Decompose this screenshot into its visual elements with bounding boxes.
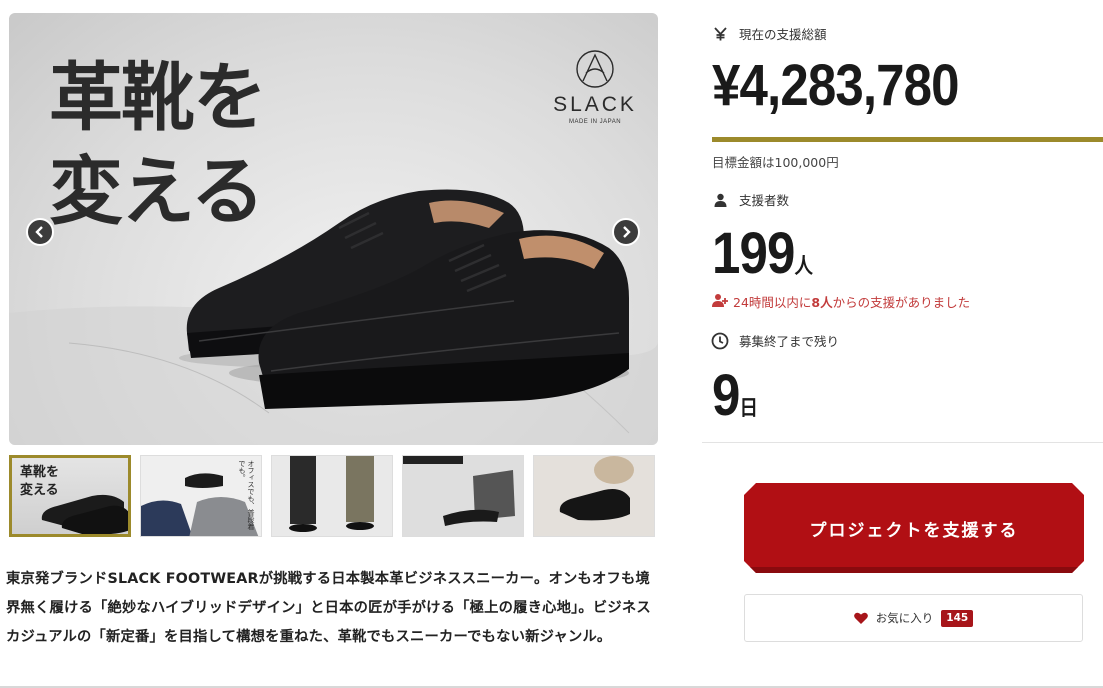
product-image-carousel: 革靴を 変える SLACK MADE IN JAPAN (9, 13, 658, 445)
recent-suffix: からの支援がありました (832, 295, 971, 310)
clock-icon (711, 332, 729, 350)
favorite-label: お気に入り (875, 611, 934, 625)
brand-logo-icon (576, 50, 614, 88)
recent-prefix: 24時間以内に (733, 295, 812, 310)
thumbnail-shoe-floor-image (534, 456, 654, 536)
total-amount: ¥4,283,780 (712, 53, 960, 118)
thumbnail-caption: オフィスでも、普段着でも。 (238, 460, 255, 530)
yen-icon (711, 26, 729, 41)
thumbnail-legs-image (272, 456, 392, 536)
total-label-row: 現在の支援総額 (711, 24, 827, 43)
heart-icon (853, 612, 868, 624)
recent-count: 8人 (811, 295, 833, 310)
hero-headline-line1: 革靴を (49, 55, 267, 141)
thumbnail-shoe-image (41, 494, 128, 534)
remaining-number: 9 (712, 363, 740, 428)
favorite-button[interactable]: お気に入り 145 (744, 594, 1083, 642)
thumbnail-4[interactable] (402, 455, 524, 537)
goal-amount: 目標金額は100,000円 (712, 155, 839, 170)
stats-divider (702, 442, 1103, 443)
chevron-right-icon (623, 226, 631, 238)
remaining-count: 9日 (712, 362, 758, 429)
person-plus-icon (712, 293, 729, 310)
thumbnail-chair-image (403, 456, 523, 536)
favorite-count-badge: 145 (941, 609, 974, 627)
funding-progress-fill (712, 137, 1103, 142)
thumbnail-3[interactable] (271, 455, 393, 537)
brand-sub: MADE IN JAPAN (568, 119, 622, 125)
remaining-label-row: 募集終了まで残り (711, 331, 839, 350)
total-label: 現在の支援総額 (739, 27, 827, 42)
project-description: 東京発ブランドSLACK FOOTWEARが挑戦する日本製本革ビジネススニーカー… (6, 571, 651, 645)
carousel-prev-button[interactable] (26, 218, 54, 246)
carousel-next-button[interactable] (612, 218, 640, 246)
hero-headline: 革靴を 変える (49, 51, 267, 239)
thumbnail-1[interactable]: 革靴を 変える (9, 455, 131, 537)
thumbnail-5[interactable] (533, 455, 655, 537)
person-icon (711, 193, 729, 207)
backers-unit: 人 (794, 254, 814, 278)
thumbnail-2[interactable]: オフィスでも、普段着でも。 (140, 455, 262, 537)
thumbnail-strip: 革靴を 変える オフィスでも、普段着でも。 (9, 455, 658, 538)
hero-headline-line2: 変える (49, 149, 265, 235)
support-project-button[interactable]: プロジェクトを支援する (744, 483, 1084, 573)
remaining-label: 募集終了まで残り (739, 334, 840, 349)
remaining-unit: 日 (739, 396, 758, 420)
backers-label-row: 支援者数 (711, 190, 789, 209)
brand-name: SLACK (553, 93, 637, 116)
chevron-left-icon (35, 226, 43, 238)
backers-label: 支援者数 (739, 193, 790, 208)
brand-logo: SLACK MADE IN JAPAN (547, 49, 643, 125)
backers-count: 199人 (712, 220, 813, 287)
funding-progress-bar (712, 137, 1103, 142)
recent-backers-notice: 24時間以内に 8人 からの支援がありました (712, 292, 970, 311)
backers-number: 199 (712, 221, 795, 286)
